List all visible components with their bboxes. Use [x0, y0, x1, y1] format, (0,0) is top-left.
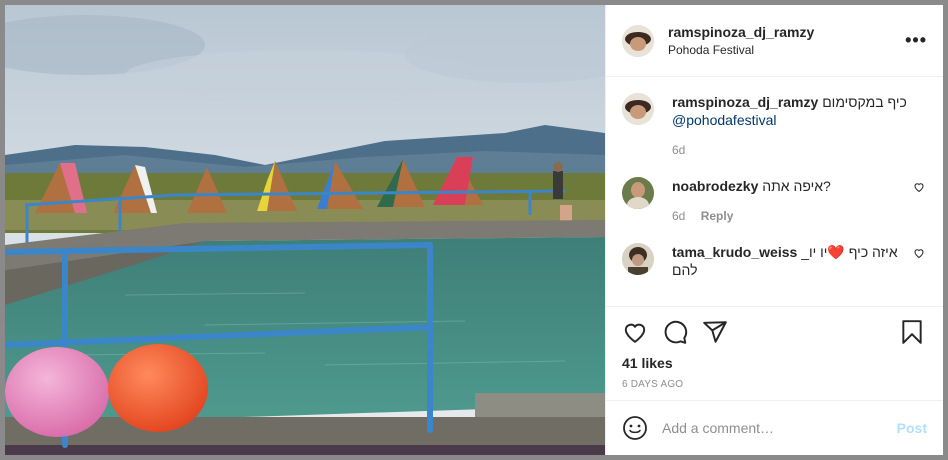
post-header: ramspinoza_dj_ramzy Pohoda Festival ••• — [606, 5, 943, 77]
instagram-post: ramspinoza_dj_ramzy Pohoda Festival ••• — [5, 5, 943, 455]
comment-username[interactable]: noabrodezky — [672, 178, 758, 194]
comment-username[interactable]: tama_krudo_weiss — [672, 244, 797, 260]
post-location[interactable]: Pohoda Festival — [668, 43, 905, 57]
comments-list: ramspinoza_dj_ramzy כיף במקסימום @pohoda… — [606, 77, 943, 306]
comment-text-line2: להם — [672, 262, 698, 278]
caption-avatar[interactable] — [622, 93, 654, 125]
window-frame: ramspinoza_dj_ramzy Pohoda Festival ••• — [0, 0, 948, 460]
comment-time[interactable]: 6d — [672, 209, 685, 223]
post-photo[interactable] — [5, 5, 605, 455]
caption: ramspinoza_dj_ramzy כיף במקסימום @pohoda… — [622, 93, 927, 159]
caption-text: כיף במקסימום — [822, 94, 907, 110]
more-options-icon[interactable]: ••• — [905, 30, 927, 51]
bookmark-icon[interactable] — [899, 319, 927, 347]
author-avatar[interactable] — [622, 24, 654, 57]
emoji-icon[interactable] — [622, 415, 648, 441]
post-comment-button[interactable]: Post — [897, 420, 927, 436]
caption-time[interactable]: 6d — [672, 143, 685, 157]
caption-mention[interactable]: @pohodafestival — [672, 111, 927, 129]
post-actions: 41 likes 6 DAYS AGO — [606, 306, 943, 400]
post-side-panel: ramspinoza_dj_ramzy Pohoda Festival ••• — [605, 5, 943, 455]
caption-username[interactable]: ramspinoza_dj_ramzy — [672, 94, 818, 110]
likes-count[interactable]: 41 likes — [622, 355, 927, 371]
share-icon[interactable] — [702, 319, 730, 347]
author-username[interactable]: ramspinoza_dj_ramzy — [668, 24, 905, 40]
commenter-avatar[interactable] — [622, 177, 654, 209]
comment-text: _איזה כיף ❤️יו יו — [801, 244, 898, 260]
like-icon[interactable] — [622, 319, 650, 347]
comment-icon[interactable] — [662, 319, 690, 347]
photo-illustration — [5, 5, 605, 455]
comment-text: איפה אתה? — [762, 178, 831, 194]
comment-item: noabrodezky איפה אתה? 6d Reply — [622, 177, 927, 225]
add-comment-bar: Post — [606, 400, 943, 455]
comment-item: tama_krudo_weiss _איזה כיף ❤️יו יו להם — [622, 243, 927, 279]
like-comment-icon[interactable] — [913, 181, 927, 196]
reply-button[interactable]: Reply — [701, 209, 734, 223]
comment-input[interactable] — [662, 420, 897, 436]
like-comment-icon[interactable] — [913, 247, 927, 262]
post-timestamp[interactable]: 6 DAYS AGO — [622, 379, 927, 390]
commenter-avatar[interactable] — [622, 243, 654, 275]
